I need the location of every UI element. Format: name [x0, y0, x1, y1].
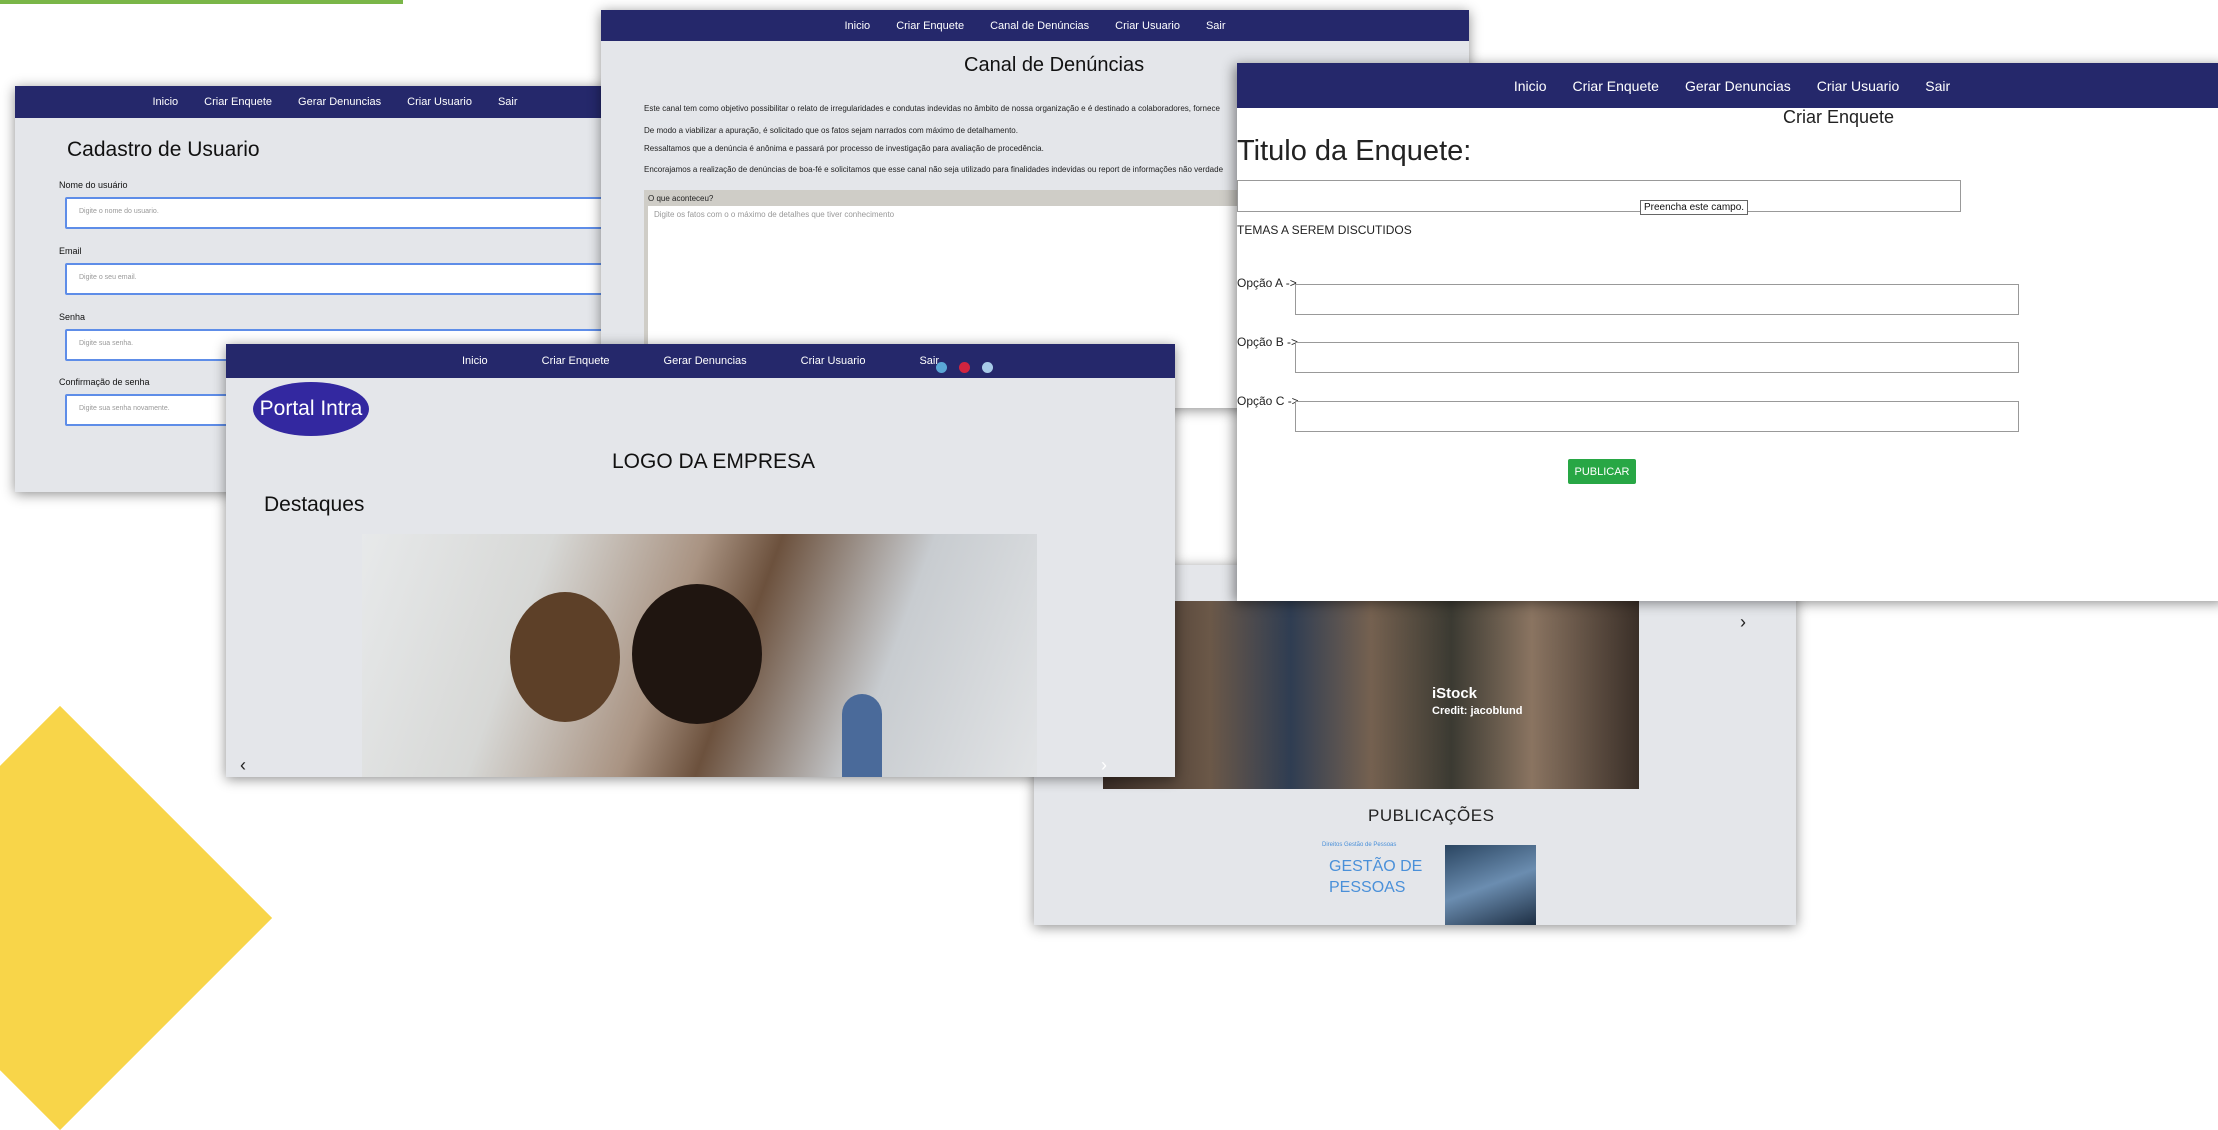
photo-person-3: [842, 694, 882, 777]
carousel-next-icon[interactable]: ›: [1740, 612, 1746, 633]
indicator-dot-1[interactable]: [936, 362, 947, 373]
nav-gerar-denuncias[interactable]: Gerar Denuncias: [664, 355, 747, 367]
portal-logo[interactable]: Portal Intra: [253, 382, 369, 436]
photo-person-2: [632, 584, 762, 724]
nav-bar: Inicio Criar Enquete Gerar Denuncias Cri…: [226, 344, 1175, 378]
publish-button[interactable]: PUBLICAR: [1568, 459, 1636, 484]
nav-bar: Inicio Criar Enquete Gerar Denuncias Cri…: [1237, 63, 2218, 108]
username-label: Nome do usuário: [59, 180, 128, 190]
email-label: Email: [59, 246, 82, 256]
option-a-label: Opção A ->: [1237, 276, 1297, 290]
carousel-next-icon[interactable]: ›: [1101, 755, 1107, 776]
indicator-dot-3[interactable]: [982, 362, 993, 373]
intro-paragraph-3: Ressaltamos que a denúncia é anônima e p…: [644, 144, 1044, 153]
nav-sair[interactable]: Sair: [1206, 20, 1226, 32]
publication-title-line1: GESTÃO DE: [1329, 858, 1423, 875]
nav-canal-denuncias[interactable]: Canal de Denúncias: [990, 20, 1089, 32]
option-b-input[interactable]: [1295, 342, 2019, 373]
photo-person-1: [510, 592, 620, 722]
nav-bar: Inicio Criar Enquete Gerar Denuncias Cri…: [15, 86, 655, 118]
report-placeholder: Digite os fatos com o o máximo de detalh…: [654, 210, 895, 219]
option-c-input[interactable]: [1295, 401, 2019, 432]
portal-intra-screenshot: Inicio Criar Enquete Gerar Denuncias Cri…: [226, 344, 1175, 777]
poll-title-input[interactable]: [1237, 180, 1961, 212]
nav-inicio[interactable]: Inicio: [462, 355, 488, 367]
nav-inicio[interactable]: Inicio: [845, 20, 871, 32]
nav-criar-enquete[interactable]: Criar Enquete: [204, 96, 272, 108]
nav-inicio[interactable]: Inicio: [1514, 78, 1547, 94]
watermark-brand: iStock: [1432, 685, 1478, 702]
publications-title: PUBLICAÇÕES: [1368, 806, 1495, 825]
nav-bar: Inicio Criar Enquete Canal de Denúncias …: [601, 10, 1469, 41]
option-c-label: Opção C ->: [1237, 394, 1299, 408]
company-logo-placeholder: LOGO DA EMPRESA: [612, 450, 816, 473]
email-input[interactable]: Digite o seu email.: [65, 263, 655, 295]
nav-criar-usuario[interactable]: Criar Usuario: [407, 96, 472, 108]
publication-thumbnail[interactable]: [1445, 845, 1536, 925]
highlights-title: Destaques: [264, 493, 365, 516]
publication-title[interactable]: GESTÃO DE PESSOAS: [1329, 856, 1422, 898]
nav-criar-usuario[interactable]: Criar Usuario: [1115, 20, 1180, 32]
nav-inicio[interactable]: Inicio: [152, 96, 178, 108]
criar-enquete-screenshot: Inicio Criar Enquete Gerar Denuncias Cri…: [1237, 63, 2218, 601]
portal-logo-text: Portal Intra: [259, 397, 363, 420]
username-input[interactable]: Digite o nome do usuario.: [65, 197, 655, 229]
nav-criar-usuario[interactable]: Criar Usuario: [801, 355, 866, 367]
carousel-prev-icon[interactable]: ‹: [240, 755, 246, 776]
nav-sair[interactable]: Sair: [1925, 78, 1950, 94]
carousel-image: iStock Credit: jacoblund: [1103, 601, 1639, 789]
confirm-password-placeholder: Digite sua senha novamente.: [79, 405, 170, 412]
carousel-indicators: [936, 362, 993, 373]
decorative-green-bar: [0, 0, 403, 4]
indicator-dot-2[interactable]: [959, 362, 970, 373]
publication-category: Direitos Gestão de Pessoas: [1322, 842, 1397, 848]
page-title: Canal de Denúncias: [964, 54, 1145, 76]
highlight-image: [362, 534, 1037, 777]
publication-title-line2: PESSOAS: [1329, 879, 1406, 896]
intro-paragraph-2: De modo a viabilizar a apuração, é solic…: [644, 126, 1018, 135]
nav-criar-usuario[interactable]: Criar Usuario: [1817, 78, 1899, 94]
nav-gerar-denuncias[interactable]: Gerar Denuncias: [1685, 78, 1791, 94]
password-placeholder: Digite sua senha.: [79, 340, 134, 347]
nav-criar-enquete[interactable]: Criar Enquete: [896, 20, 964, 32]
nav-gerar-denuncias[interactable]: Gerar Denuncias: [298, 96, 381, 108]
report-question-label: O que aconteceu?: [648, 194, 714, 203]
option-a-input[interactable]: [1295, 284, 2019, 315]
nav-criar-enquete[interactable]: Criar Enquete: [1573, 78, 1659, 94]
password-label: Senha: [59, 312, 86, 322]
page-title: Cadastro de Usuario: [67, 138, 260, 161]
intro-paragraph-1: Este canal tem como objetivo possibilita…: [644, 104, 1220, 113]
topics-label: TEMAS A SEREM DISCUTIDOS: [1237, 223, 1412, 237]
email-placeholder: Digite o seu email.: [79, 274, 137, 281]
username-placeholder: Digite o nome do usuario.: [79, 208, 159, 215]
page-subtitle: Criar Enquete: [1783, 107, 1895, 127]
watermark-credit: Credit: jacoblund: [1432, 705, 1523, 717]
confirm-password-label: Confirmação de senha: [59, 377, 150, 387]
option-b-label: Opção B ->: [1237, 335, 1299, 349]
validation-tooltip: Preencha este campo.: [1640, 200, 1749, 215]
nav-criar-enquete[interactable]: Criar Enquete: [542, 355, 610, 367]
nav-sair[interactable]: Sair: [498, 96, 518, 108]
poll-title-label: Titulo da Enquete:: [1237, 135, 1472, 167]
intro-paragraph-4: Encorajamos a realização de denúncias de…: [644, 165, 1224, 174]
